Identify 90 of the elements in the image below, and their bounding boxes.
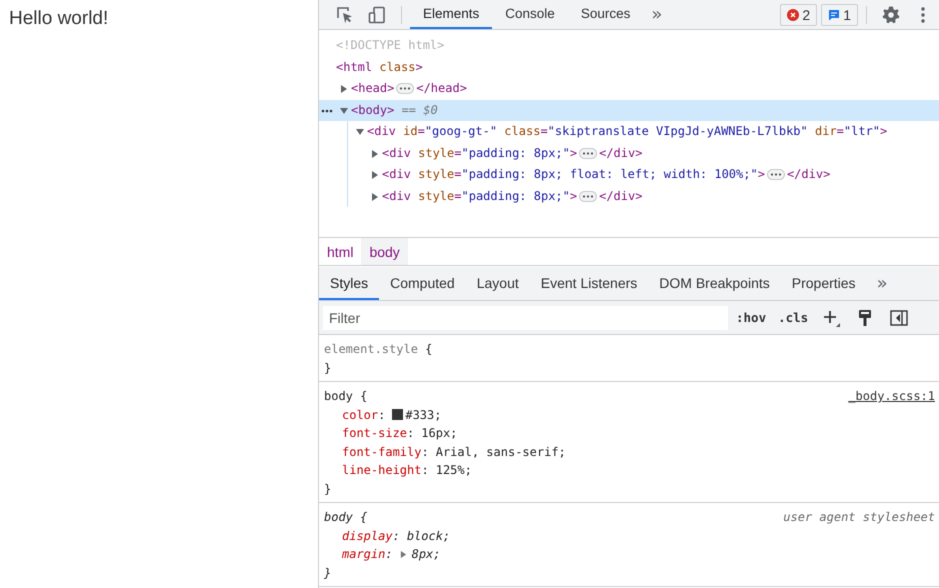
- doctype-text: <!DOCTYPE html>: [336, 38, 444, 52]
- property-value: Arial, sans-serif;: [436, 444, 566, 460]
- message-count-button[interactable]: 1: [821, 4, 858, 26]
- sidebar-tab[interactable]: Layout: [466, 267, 530, 300]
- tag-text: <div: [382, 188, 411, 202]
- brace: {: [360, 510, 368, 524]
- sidebar-tab[interactable]: Properties: [780, 267, 867, 300]
- css-selector: body: [324, 389, 353, 403]
- panel-tab[interactable]: Elements: [410, 0, 492, 29]
- tag-text: </div>: [599, 146, 642, 160]
- attribute-value: "skiptranslate VIpgJd-yAWNEb-L7lbkb": [548, 124, 808, 138]
- brace: }: [324, 482, 332, 496]
- tag-text: >: [570, 146, 578, 160]
- attribute-value: "padding: 8px;": [462, 146, 570, 160]
- tag-text: </head>: [416, 81, 467, 95]
- tag-text: <body>: [351, 102, 394, 116]
- tag-text: =: [454, 167, 462, 181]
- colon-text: :: [421, 462, 429, 479]
- property-name: color: [342, 406, 378, 424]
- dom-row[interactable]: <div id="goog-gt-" class="skiptranslate VIpgJd-yAWNEb-L7lbkb" dir="ltr">: [350, 121, 939, 142]
- colon-text: :: [421, 444, 429, 460]
- attribute-name: style: [417, 188, 454, 202]
- attribute-name: class: [378, 60, 416, 74]
- attribute-value: "padding: 8px; float: left; width: 100%;": [462, 167, 758, 181]
- error-count-button[interactable]: 2: [780, 4, 818, 26]
- tag-text: >: [415, 60, 423, 74]
- property-name: font-size: [342, 425, 408, 442]
- tag-text: <div: [382, 146, 411, 160]
- attribute-name: id: [402, 124, 418, 138]
- css-selector: body: [324, 510, 353, 524]
- css-selector: element.style: [324, 342, 418, 356]
- attribute-value: "padding: 8px;": [462, 188, 570, 202]
- attribute-name: style: [417, 167, 454, 181]
- toggle-button[interactable]: .cls: [774, 310, 812, 325]
- toggle-button[interactable]: :hov: [732, 310, 770, 325]
- sidebar-tab[interactable]: Computed: [379, 267, 466, 300]
- tag-text: =: [454, 188, 462, 202]
- brace: }: [324, 360, 332, 374]
- tag-text: <div: [367, 124, 396, 138]
- property-value: 8px;: [412, 546, 440, 563]
- breadcrumb[interactable]: body: [361, 238, 408, 265]
- attribute-name: style: [417, 146, 454, 160]
- panel-tab[interactable]: Sources: [568, 0, 644, 29]
- property-name: margin: [342, 546, 386, 563]
- colon-text: :: [385, 546, 393, 563]
- property-value: #333;: [405, 406, 442, 424]
- dom-row[interactable]: <div style="padding: 8px; float: left; width: 100%;"> </div>: [365, 164, 939, 186]
- breadcrumb[interactable]: html: [319, 238, 362, 265]
- colon-text: :: [378, 406, 386, 424]
- property-name: line-height: [342, 462, 422, 479]
- brace: }: [324, 566, 332, 580]
- property-value: 125%;: [436, 462, 472, 479]
- source-label: user agent stylesheet: [783, 509, 935, 526]
- tag-text: <div: [382, 167, 411, 181]
- attribute-name: class: [503, 124, 540, 138]
- brace: {: [425, 342, 432, 356]
- more-tabs-button[interactable]: »: [866, 267, 898, 300]
- tag-text: <head>: [351, 81, 394, 95]
- selected-node-note: == $0: [400, 102, 438, 116]
- property-value: block;: [406, 528, 450, 544]
- tag-text: =: [418, 124, 425, 138]
- sidebar-tab[interactable]: Event Listeners: [530, 267, 648, 300]
- tag-text: </div>: [786, 167, 830, 181]
- brace: {: [360, 389, 368, 403]
- dom-row[interactable]: <html class>: [319, 56, 939, 78]
- dom-row[interactable]: <head> </head>: [334, 78, 939, 100]
- tag-text: >: [880, 124, 888, 138]
- panel-tab[interactable]: Console: [492, 0, 568, 29]
- attribute-name: dir: [814, 124, 837, 138]
- sidebar-tab[interactable]: DOM Breakpoints: [648, 267, 781, 300]
- property-name: font-family: [342, 444, 422, 460]
- source-link[interactable]: _body.scss:1: [848, 387, 935, 406]
- tag-text: <html: [336, 60, 372, 74]
- property-value: 16px;: [421, 425, 458, 442]
- filter-field[interactable]: Filter: [323, 306, 728, 330]
- page-text: Hello world!: [9, 8, 108, 29]
- tag-text: =: [540, 124, 548, 138]
- tag-text: =: [836, 124, 844, 138]
- attribute-value: "ltr": [844, 124, 880, 138]
- tag-text: >: [570, 188, 578, 202]
- tag-text: >: [758, 167, 765, 181]
- tag-text: </div>: [599, 188, 642, 202]
- attribute-value: "goog-gt-": [424, 124, 498, 138]
- colon-text: :: [392, 528, 400, 544]
- dom-row[interactable]: <div style="padding: 8px;"> </div>: [365, 186, 939, 207]
- dom-row[interactable]: <div style="padding: 8px;"> </div>: [365, 142, 939, 164]
- more-tabs-button[interactable]: »: [643, 4, 670, 25]
- colon-text: :: [407, 425, 414, 442]
- tag-text: =: [454, 146, 462, 160]
- property-name: display: [342, 528, 393, 544]
